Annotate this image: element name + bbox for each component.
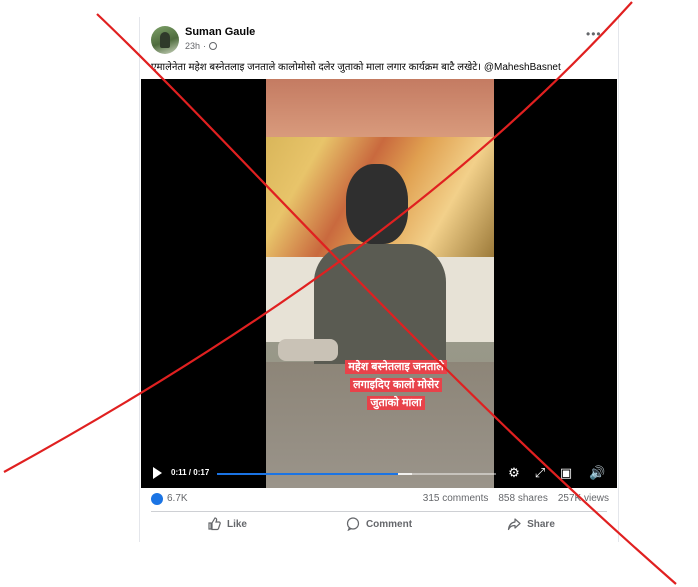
- comment-count[interactable]: 315 comments: [423, 493, 489, 504]
- progress-bar: [217, 473, 398, 475]
- like-icon: [208, 517, 221, 531]
- comment-icon: [346, 517, 360, 531]
- subtitle-line: लगाइदिए कालो मोसेर: [350, 378, 442, 392]
- action-bar: Like Comment Share: [151, 513, 607, 535]
- miniplayer-icon[interactable]: ▣: [559, 466, 573, 480]
- more-icon[interactable]: •••: [586, 27, 602, 41]
- view-count: 257K views: [557, 493, 609, 504]
- fullscreen-icon[interactable]: ⤢: [533, 466, 547, 480]
- comment-label: Comment: [365, 518, 413, 530]
- post-stats: 6.7K 315 comments 858 shares 257K views: [151, 492, 609, 508]
- video-subtitle: महेश बस्नेतलाइ जनताले लगाइदिए कालो मोसेर…: [337, 358, 455, 412]
- share-icon: [507, 518, 521, 531]
- divider: [151, 511, 607, 512]
- avatar[interactable]: [151, 26, 179, 54]
- current-time: 0:11: [171, 468, 187, 477]
- progress-track[interactable]: [217, 473, 496, 475]
- like-label: Like: [226, 518, 247, 530]
- post-meta: 23h ·: [185, 41, 218, 51]
- post-caption: एमालेनेता महेश बस्नेतलाइ जनताले कालोमोसो…: [151, 62, 561, 73]
- play-icon[interactable]: [153, 467, 162, 479]
- like-badge-icon: [151, 493, 163, 505]
- post-time[interactable]: 23h: [185, 41, 200, 51]
- share-label: Share: [527, 518, 555, 530]
- author-name[interactable]: Suman Gaule: [185, 26, 255, 38]
- settings-icon[interactable]: ⚙: [507, 466, 521, 480]
- share-button[interactable]: Share: [455, 513, 607, 535]
- post-card: Suman Gaule 23h · ••• एमालेनेता महेश बस्…: [139, 17, 619, 542]
- video-controls: 0:11 / 0:17 ⚙ ⤢ ▣ 🔊: [141, 461, 617, 487]
- video-frame: महेश बस्नेतलाइ जनताले लगाइदिए कालो मोसेर…: [266, 79, 494, 488]
- video-player[interactable]: महेश बस्नेतलाइ जनताले लगाइदिए कालो मोसेर…: [141, 79, 617, 488]
- subtitle-line: जुताको माला: [367, 396, 425, 410]
- share-count[interactable]: 858 shares: [498, 493, 547, 504]
- volume-icon[interactable]: 🔊: [589, 466, 605, 480]
- time-display: 0:11 / 0:17: [171, 468, 210, 477]
- reaction-count[interactable]: 6.7K: [167, 493, 188, 504]
- like-button[interactable]: Like: [151, 513, 303, 535]
- duration: 0:17: [193, 468, 210, 477]
- subtitle-line: महेश बस्नेतलाइ जनताले: [345, 360, 447, 374]
- comment-button[interactable]: Comment: [303, 513, 455, 535]
- globe-icon: [209, 42, 218, 50]
